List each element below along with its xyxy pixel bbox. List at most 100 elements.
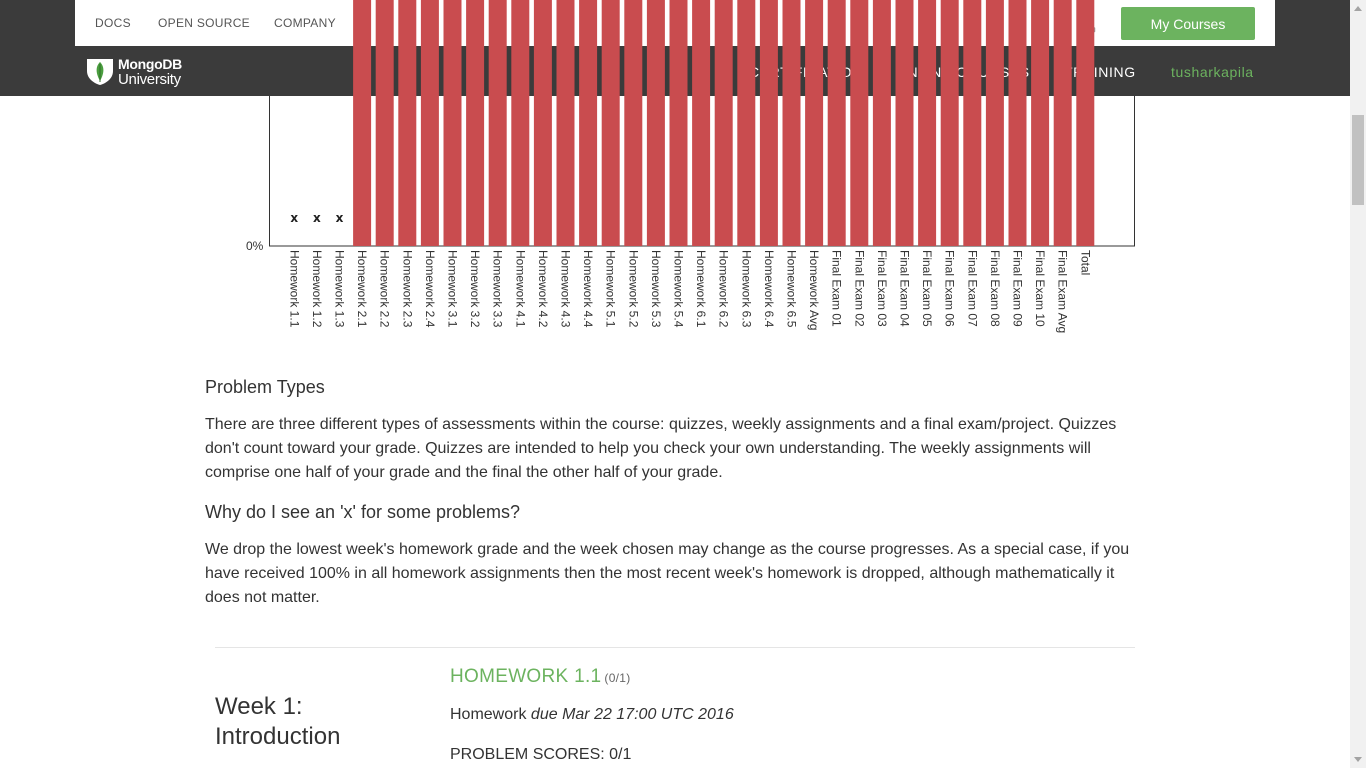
chart-bar — [963, 0, 982, 246]
chart-bar — [940, 0, 959, 246]
chart-bar — [1008, 0, 1027, 246]
x-tick-label: Homework 5.2 — [626, 250, 641, 328]
chart-bar — [443, 0, 462, 246]
x-tick-label: Final Exam 07 — [965, 250, 980, 327]
section-divider — [215, 647, 1135, 648]
chart-bar — [375, 0, 394, 246]
x-tick-label: Final Exam 06 — [942, 250, 957, 327]
chart-bar — [782, 0, 801, 246]
dropped-marker: x — [336, 211, 344, 225]
problem-types-text: There are three different types of asses… — [205, 416, 1117, 481]
homework-score: (0/1) — [604, 671, 631, 685]
chart-bar — [1076, 0, 1095, 246]
x-tick-label: Homework 6.4 — [761, 250, 776, 328]
problem-types-heading: Problem Types — [205, 377, 325, 397]
x-tick-label: Final Exam 05 — [920, 250, 935, 327]
x-tick-label: Total — [1078, 250, 1093, 276]
chart-bar — [827, 0, 846, 246]
x-tick-label: Homework 5.1 — [603, 250, 618, 328]
chart-bar — [466, 0, 485, 246]
problem-scores: PROBLEM SCORES: 0/1 — [450, 746, 632, 763]
x-tick-label: Homework 1.3 — [332, 250, 347, 328]
chart-bar — [601, 0, 620, 246]
mongodb-university-logo[interactable]: MongoDB University — [85, 54, 265, 88]
x-tick-label: Final Exam 02 — [852, 250, 867, 327]
x-tick-label: Final Exam 10 — [1033, 250, 1048, 327]
x-tick-label: Homework 2.4 — [422, 250, 437, 328]
grade-chart: xxx — [269, 0, 1135, 247]
week-title-line2: Introduction — [215, 723, 341, 750]
x-tick-label: Final Exam Avg — [1055, 250, 1070, 334]
chart-bar — [420, 0, 439, 246]
x-tick-label: Homework 4.3 — [558, 250, 573, 328]
x-tick-label: Homework 2.2 — [377, 250, 392, 328]
x-tick-label: Homework 4.1 — [513, 250, 528, 328]
homework-title[interactable]: HOMEWORK 1.1 (0/1) — [450, 666, 631, 688]
chart-bar — [759, 0, 778, 246]
x-tick-label: Homework 3.2 — [468, 250, 483, 328]
chart-bar — [511, 0, 530, 246]
chart-bar — [737, 0, 756, 246]
x-tick-label: Homework 3.1 — [445, 250, 460, 328]
x-tick-label: Homework 6.3 — [739, 250, 754, 328]
docs-link[interactable]: DOCS — [95, 16, 131, 30]
dropped-marker: x — [290, 211, 298, 225]
x-tick-label: Homework 6.2 — [716, 250, 731, 328]
chart-y-axis-line — [269, 96, 270, 246]
x-tick-label: Homework 1.1 — [287, 250, 302, 328]
chart-bar — [533, 0, 552, 246]
chart-bar — [1053, 0, 1072, 246]
why-x-text: We drop the lowest week's homework grade… — [205, 541, 1130, 606]
brand-name: MongoDB — [118, 56, 182, 72]
chart-x-labels: Homework 1.1 Homework 1.2 Homework 1.3 Home… — [269, 250, 1135, 350]
scroll-down-arrow-icon[interactable] — [1350, 751, 1366, 768]
chart-bar — [850, 0, 869, 246]
y-tick-label: 0% — [246, 239, 264, 253]
scrollbar-thumb[interactable] — [1352, 115, 1364, 205]
grade-chart-svg: xxx — [269, 0, 1135, 247]
homework-title-text[interactable]: HOMEWORK 1.1 — [450, 666, 601, 687]
chart-bar — [624, 0, 643, 246]
x-tick-label: Final Exam 08 — [987, 250, 1002, 327]
scroll-up-arrow-icon[interactable] — [1350, 0, 1366, 17]
x-tick-label: Homework 2.1 — [355, 250, 370, 328]
chart-bar — [872, 0, 891, 246]
chart-bar — [918, 0, 937, 246]
chart-bar — [398, 0, 417, 246]
chart-bar — [805, 0, 824, 246]
chart-bar — [646, 0, 665, 246]
x-tick-label: Final Exam 03 — [874, 250, 889, 327]
chart-bar — [353, 0, 372, 246]
nav-username[interactable]: tusharkapila — [1171, 64, 1254, 80]
x-tick-label: Homework 2.3 — [400, 250, 415, 328]
chart-bar — [714, 0, 733, 246]
homework-due: Homework due Mar 22 17:00 UTC 2016 — [450, 706, 734, 724]
mongodb-leaf-icon — [87, 59, 113, 85]
chart-bar — [985, 0, 1004, 246]
x-tick-label: Homework 6.5 — [784, 250, 799, 328]
week-title: Week 1: Introduction — [215, 692, 340, 752]
open-source-link[interactable]: OPEN SOURCE — [158, 16, 250, 30]
chart-bar — [488, 0, 507, 246]
x-tick-label: Homework 5.4 — [671, 250, 686, 328]
chart-bar — [669, 0, 688, 246]
x-tick-label: Homework 5.3 — [648, 250, 663, 328]
chart-bar — [556, 0, 575, 246]
x-tick-label: Homework 6.1 — [694, 250, 709, 328]
chart-bar — [692, 0, 711, 246]
brand-subtitle: University — [118, 71, 181, 88]
x-tick-label: Final Exam 09 — [1010, 250, 1025, 327]
dropped-marker: x — [313, 211, 321, 225]
chart-bar — [895, 0, 914, 246]
my-courses-button[interactable]: My Courses — [1121, 7, 1255, 40]
x-tick-label: Homework 3.3 — [490, 250, 505, 328]
homework-label: Homework — [450, 706, 527, 723]
x-tick-label: Homework 1.2 — [309, 250, 324, 328]
x-tick-label: Final Exam 04 — [897, 250, 912, 327]
homework-due-date: due Mar 22 17:00 UTC 2016 — [530, 706, 734, 723]
why-x-heading: Why do I see an 'x' for some problems? — [205, 502, 521, 522]
x-tick-label: Homework Avg — [807, 250, 822, 331]
x-tick-label: Homework 4.4 — [581, 250, 596, 328]
chart-bar — [1031, 0, 1050, 246]
week-title-line1: Week 1: — [215, 693, 303, 720]
